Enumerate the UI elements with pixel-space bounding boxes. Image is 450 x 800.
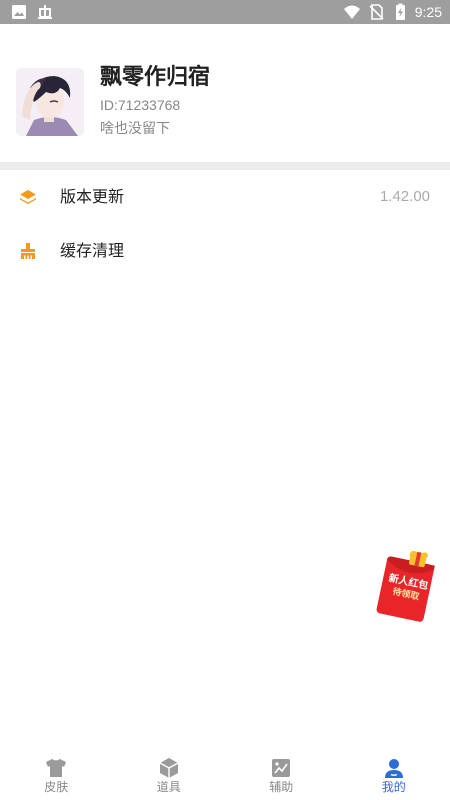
broom-icon — [21, 243, 35, 259]
avatar-illustration — [16, 68, 84, 136]
version-number: 1.42.00 — [379, 188, 430, 205]
status-bar: 9:25 — [0, 0, 450, 24]
section-divider — [0, 162, 450, 170]
user-name: 飘零作归宿 — [100, 65, 211, 90]
tab-props[interactable]: 道具 — [113, 748, 226, 800]
menu-item-clear-cache[interactable]: 缓存清理 — [0, 224, 450, 278]
image-icon — [272, 759, 291, 777]
menu-item-version-update[interactable]: 版本更新 1.42.00 — [0, 170, 450, 224]
user-icon — [384, 759, 403, 778]
tshirt-icon — [46, 759, 67, 777]
avatar[interactable] — [16, 68, 84, 136]
tab-label: 我的 — [381, 780, 406, 794]
wifi-icon — [343, 5, 360, 19]
bug-notification-icon — [38, 5, 52, 19]
tab-label: 皮肤 — [44, 780, 69, 794]
tab-label: 道具 — [156, 780, 181, 794]
tab-mine[interactable]: 我的 — [338, 748, 450, 800]
bottom-nav: 皮肤 道具 辅助 我的 — [0, 748, 450, 800]
tab-assist[interactable]: 辅助 — [225, 748, 338, 800]
layers-icon — [20, 190, 36, 204]
battery-charging-icon — [395, 3, 405, 20]
no-sim-icon — [369, 4, 384, 20]
user-signature: 啥也没留下 — [100, 121, 170, 137]
gallery-notification-icon — [12, 5, 26, 19]
profile-header[interactable]: 飘零作归宿 ID:71233768 啥也没留下 — [0, 24, 450, 162]
tab-skins[interactable]: 皮肤 — [0, 748, 113, 800]
menu-item-label: 缓存清理 — [60, 241, 125, 260]
status-time: 9:25 — [414, 4, 442, 20]
menu-item-label: 版本更新 — [60, 187, 125, 206]
red-packet-button[interactable]: 新人红包 待领取 — [374, 546, 436, 622]
tab-label: 辅助 — [269, 780, 294, 794]
user-id: ID:71233768 — [100, 97, 181, 113]
cube-icon — [159, 758, 179, 778]
